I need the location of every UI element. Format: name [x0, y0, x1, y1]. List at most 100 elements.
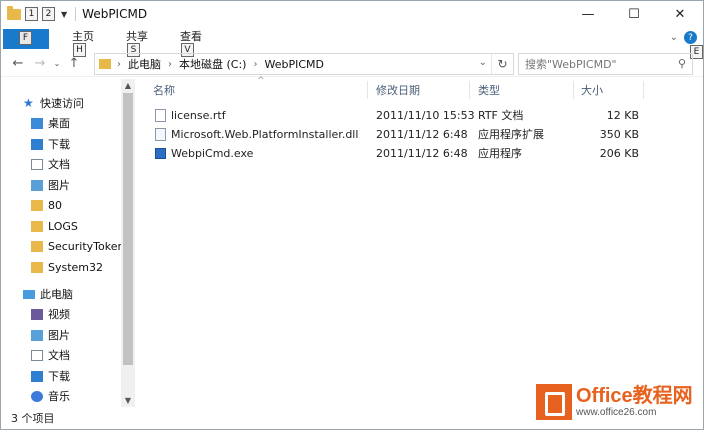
file-size: 206 KB: [599, 147, 639, 160]
file-type: 应用程序扩展: [478, 128, 544, 141]
chevron-right-icon[interactable]: ›: [168, 59, 172, 70]
forward-arrow-icon[interactable]: →: [29, 56, 51, 71]
breadcrumb-current[interactable]: WebPICMD: [264, 58, 324, 71]
document-icon: [31, 349, 43, 361]
watermark-text: Office教程网 www.office26.com: [576, 385, 693, 419]
tab-file[interactable]: F: [3, 29, 49, 49]
music-icon: [31, 390, 43, 402]
sidebar-item-system32[interactable]: System32: [31, 257, 135, 277]
keytip-1[interactable]: 1: [25, 7, 38, 21]
sidebar-item-videos[interactable]: 视频: [31, 304, 135, 324]
breadcrumb-this-pc[interactable]: 此电脑: [128, 56, 161, 72]
column-divider[interactable]: [469, 81, 470, 99]
scrollbar-thumb[interactable]: [123, 93, 133, 365]
search-box[interactable]: 搜索"WebPICMD" ⚲: [518, 53, 693, 75]
breadcrumb: › 此电脑 › 本地磁盘 (C:) › WebPICMD: [117, 56, 324, 72]
address-bar[interactable]: › 此电脑 › 本地磁盘 (C:) › WebPICMD ⌄ ↻: [94, 53, 514, 75]
file-date: 2011/11/10 15:53: [376, 109, 475, 122]
breadcrumb-local-disk[interactable]: 本地磁盘 (C:): [179, 56, 246, 72]
address-dropdown-icon[interactable]: ⌄: [479, 57, 487, 68]
desktop-icon: [31, 117, 43, 129]
sidebar-item-label: 下载: [48, 138, 70, 151]
divider: [75, 7, 77, 21]
explorer-window: 1 2 ▼ WebPICMD — ☐ ✕ F 主页 H 共享 S 查看 V ⌄: [0, 0, 704, 430]
sidebar-item-label: System32: [48, 260, 104, 274]
table-row[interactable]: WebpiCmd.exe 2011/11/12 6:48 应用程序 206 KB: [153, 144, 643, 163]
sidebar-item-label: 文档: [48, 158, 70, 171]
folder-icon: [31, 261, 43, 273]
up-arrow-icon[interactable]: ↑: [63, 56, 85, 71]
tab-view[interactable]: 查看 V: [167, 29, 215, 57]
column-divider[interactable]: [573, 81, 574, 99]
folder-icon: [31, 240, 43, 252]
sidebar-item-pc-downloads[interactable]: 下载: [31, 366, 135, 386]
watermark-url: www.office26.com: [576, 407, 657, 418]
keytip-2[interactable]: 2: [42, 7, 55, 21]
sidebar-item-music[interactable]: 音乐: [31, 386, 135, 406]
recent-locations-icon[interactable]: ⌄: [51, 59, 63, 68]
search-icon[interactable]: ⚲: [678, 57, 686, 70]
download-icon: [31, 370, 43, 382]
chevron-right-icon[interactable]: ›: [117, 59, 121, 70]
navigation-pane: ★ 快速访问 桌面 📌︎ 下载 📌︎ 文档 📌︎ 图片 📌︎ 80: [1, 79, 135, 407]
column-header-type[interactable]: 类型: [478, 79, 573, 101]
sidebar-item-pictures[interactable]: 图片 📌︎: [31, 175, 135, 195]
tab-view-label: 查看: [180, 30, 202, 43]
chevron-right-icon[interactable]: ›: [253, 59, 257, 70]
sidebar-item-this-pc[interactable]: 此电脑: [23, 284, 135, 304]
quick-access-toolbar: 1 2 ▼: [1, 1, 80, 27]
tab-home-label: 主页: [72, 30, 94, 43]
maximize-button[interactable]: ☐: [611, 1, 657, 27]
folder-icon: [31, 220, 43, 232]
sidebar-item-label: 音乐: [48, 390, 70, 403]
close-button[interactable]: ✕: [657, 1, 703, 27]
search-input[interactable]: 搜索"WebPICMD": [525, 56, 617, 72]
sidebar-item-quick-access[interactable]: ★ 快速访问: [23, 93, 135, 113]
sidebar-item-80[interactable]: 80: [31, 195, 135, 215]
folder-icon: [31, 199, 43, 211]
column-divider[interactable]: [367, 81, 368, 99]
sidebar-item-label: 视频: [48, 308, 70, 321]
picture-icon: [31, 329, 43, 341]
file-name: Microsoft.Web.PlatformInstaller.dll: [171, 128, 359, 141]
customize-dropdown-icon[interactable]: ▼: [61, 10, 67, 19]
table-row[interactable]: license.rtf 2011/11/10 15:53 RTF 文档 12 K…: [153, 106, 643, 125]
sidebar-item-downloads[interactable]: 下载 📌︎: [31, 134, 135, 154]
item-count: 3 个项目: [11, 412, 55, 425]
help-icon[interactable]: ?: [684, 31, 697, 44]
star-icon: ★: [23, 96, 34, 110]
sidebar-item-desktop[interactable]: 桌面 📌︎: [31, 113, 135, 133]
minimize-button[interactable]: —: [565, 1, 611, 27]
refresh-icon[interactable]: ↻: [491, 54, 513, 74]
sidebar-item-pc-documents[interactable]: 文档: [31, 345, 135, 365]
watermark-brand: Office教程网: [576, 385, 693, 407]
sidebar-item-logs[interactable]: LOGS: [31, 216, 135, 236]
column-header-size[interactable]: 大小: [581, 79, 641, 101]
file-type: 应用程序: [478, 147, 522, 160]
file-type: RTF 文档: [478, 109, 524, 122]
collapse-ribbon-icon[interactable]: ⌄: [670, 32, 678, 43]
sidebar-item-pc-pictures[interactable]: 图片: [31, 325, 135, 345]
sidebar-item-label: SecurityToken: [48, 239, 125, 253]
sidebar-scrollbar[interactable]: ▲ ▼: [121, 79, 135, 407]
tab-share[interactable]: 共享 S: [113, 29, 161, 57]
rtf-file-icon: [155, 109, 166, 122]
sidebar-item-documents[interactable]: 文档 📌︎: [31, 154, 135, 174]
tab-home[interactable]: 主页 H: [59, 29, 107, 57]
scroll-down-icon[interactable]: ▼: [123, 396, 133, 405]
document-icon: [31, 158, 43, 170]
table-row[interactable]: Microsoft.Web.PlatformInstaller.dll 2011…: [153, 125, 643, 144]
computer-icon: [23, 289, 35, 299]
sidebar-item-label: 快速访问: [40, 97, 84, 110]
scroll-up-icon[interactable]: ▲: [123, 81, 133, 90]
back-arrow-icon[interactable]: ←: [7, 56, 29, 71]
column-divider[interactable]: [643, 81, 644, 99]
column-header-name[interactable]: 名称: [153, 79, 363, 101]
watermark: Office教程网 www.office26.com: [536, 379, 700, 425]
sidebar-item-label: 图片: [48, 179, 70, 192]
column-header-date[interactable]: 修改日期: [376, 79, 471, 101]
download-icon: [31, 138, 43, 150]
sidebar-item-securitytoken[interactable]: SecurityToken: [31, 236, 135, 256]
window-title: WebPICMD: [82, 7, 148, 21]
tab-share-label: 共享: [126, 30, 148, 43]
